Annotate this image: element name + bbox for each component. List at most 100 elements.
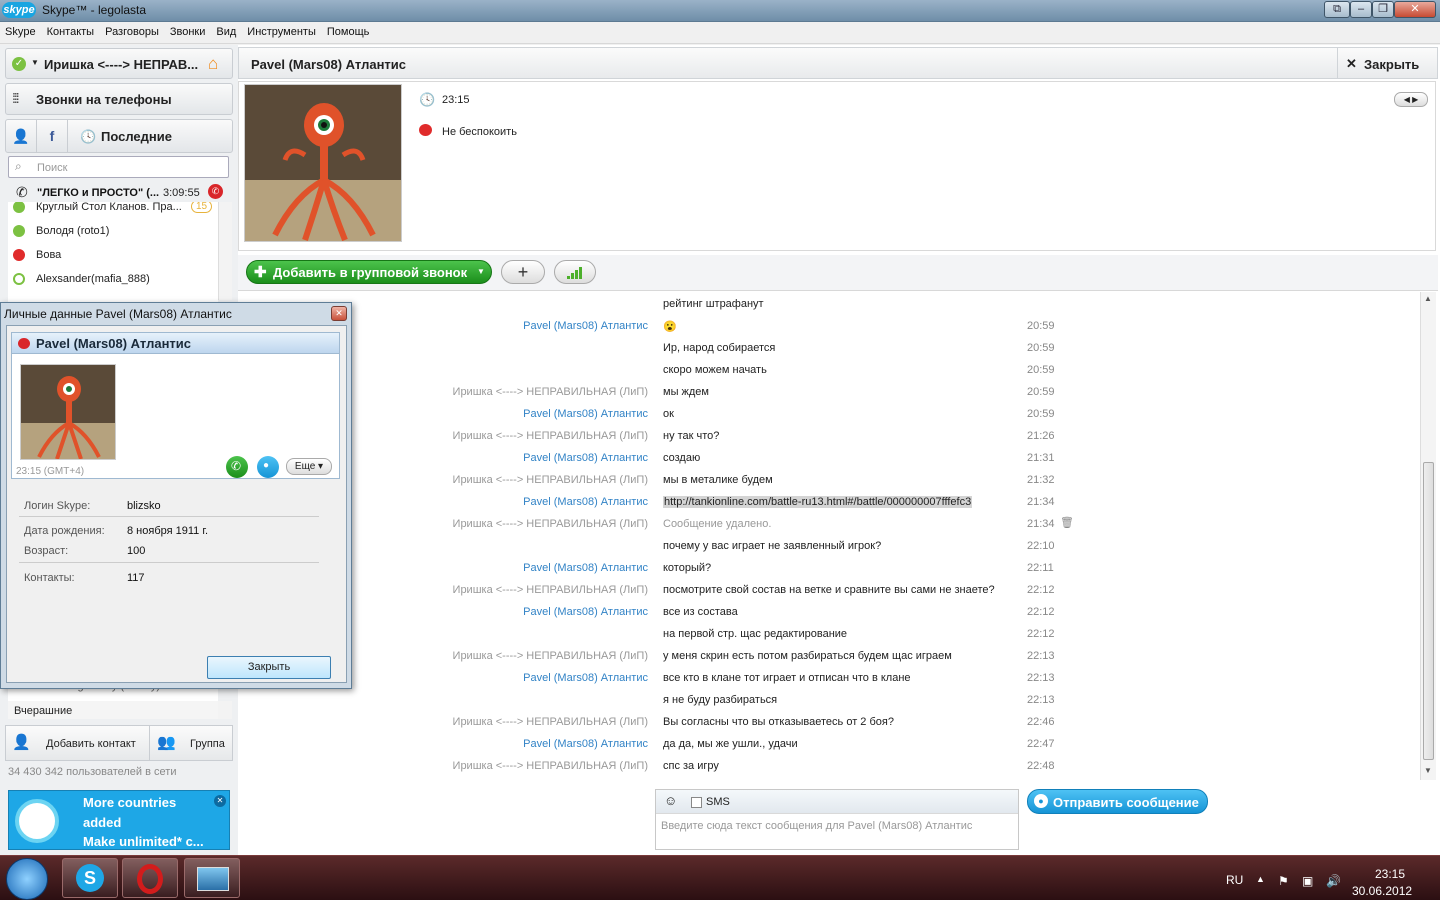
contact-name: Вова xyxy=(36,249,62,261)
menu-skype[interactable]: Skype xyxy=(0,22,42,38)
menu-view[interactable]: Вид xyxy=(211,22,242,38)
taskbar-skype[interactable]: S xyxy=(62,858,118,898)
message-text: создаю xyxy=(663,452,701,464)
menu-calls[interactable]: Звонки xyxy=(165,22,212,38)
contact-item[interactable]: Alexsander(mafia_888) xyxy=(8,268,218,290)
message-time: 22:12 xyxy=(1027,584,1055,596)
chat-bubble-icon: ● xyxy=(263,460,270,471)
window-title-bar[interactable]: skype Skype™ - legolasta ⧉ – ❐ ✕ xyxy=(0,0,1440,22)
contact-item[interactable]: Володя (roto1) xyxy=(8,220,218,242)
profile-avatar xyxy=(20,364,116,460)
message-sender[interactable]: Pavel (Mars08) Атлантис xyxy=(523,562,648,574)
contact-name: Круглый Стол Кланов. Пра... xyxy=(36,202,182,213)
tab-recent[interactable]: Последние xyxy=(101,129,172,144)
message-sender[interactable]: Иришка <----> НЕПРАВИЛЬНАЯ (ЛиП) xyxy=(453,716,648,728)
chat-scrollbar[interactable]: ▲ ▼ xyxy=(1420,292,1436,780)
trash-icon[interactable]: 🗑 xyxy=(1060,516,1074,529)
message-sender[interactable]: Pavel (Mars08) Атлантис xyxy=(523,320,648,332)
active-call-row[interactable]: ✆ "ЛЕГКО и ПРОСТО" (... 3:09:55 ✆ xyxy=(8,182,230,202)
close-window-button[interactable]: ✕ xyxy=(1394,1,1436,18)
message-sender[interactable]: Иришка <----> НЕПРАВИЛЬНАЯ (ЛиП) xyxy=(453,584,648,596)
status-dropdown-icon[interactable]: ▼ xyxy=(31,58,39,67)
chat-button[interactable]: ● xyxy=(257,456,279,478)
contacts-tab-icon[interactable]: 👤 xyxy=(6,120,37,152)
scroll-up-arrow[interactable]: ▲ xyxy=(1424,294,1432,303)
contact-list-scrollbar[interactable] xyxy=(218,202,232,300)
message-sender[interactable]: Иришка <----> НЕПРАВИЛЬНАЯ (ЛиП) xyxy=(453,650,648,662)
facebook-tab-icon[interactable]: f xyxy=(37,120,68,152)
call-quality-button[interactable] xyxy=(554,260,596,284)
message-sender[interactable]: Pavel (Mars08) Атлантис xyxy=(523,672,648,684)
minimize-button[interactable]: – xyxy=(1350,1,1372,18)
flag-icon[interactable]: ⚑ xyxy=(1278,874,1289,888)
dialog-close-action-button[interactable]: Закрыть xyxy=(207,656,331,679)
sms-checkbox[interactable] xyxy=(691,797,702,808)
clock-icon: 🕓 xyxy=(80,129,97,144)
message-time: 22:13 xyxy=(1027,650,1055,662)
add-contact-button[interactable]: Добавить контакт xyxy=(46,738,136,750)
close-conversation-button[interactable]: ✕ Закрыть xyxy=(1337,48,1437,78)
message-sender[interactable]: Иришка <----> НЕПРАВИЛЬНАЯ (ЛиП) xyxy=(453,518,648,530)
message-sender[interactable]: Pavel (Mars08) Атлантис xyxy=(523,408,648,420)
message-text: все из состава xyxy=(663,606,738,618)
message-compose[interactable]: ☺ SMS Введите сюда текст сообщения для P… xyxy=(655,789,1019,850)
tray-arrow-icon[interactable]: ▲ xyxy=(1256,874,1265,884)
volume-icon[interactable]: 🔊 xyxy=(1326,874,1341,888)
menu-tools[interactable]: Инструменты xyxy=(242,22,322,38)
message-time: 20:59 xyxy=(1027,408,1055,420)
promo-banner[interactable]: More countries added Make unlimited* c..… xyxy=(8,790,230,850)
end-call-icon[interactable]: ✆ xyxy=(208,184,223,199)
dialog-title: Личные данные Pavel (Mars08) Атлантис xyxy=(4,307,232,321)
taskbar-opera[interactable] xyxy=(122,858,178,898)
close-icon[interactable]: ✕ xyxy=(214,795,226,807)
message-sender[interactable]: Иришка <----> НЕПРАВИЛЬНАЯ (ЛиП) xyxy=(453,474,648,486)
maximize-button[interactable]: ❐ xyxy=(1372,1,1394,18)
compact-view-button[interactable]: ⧉ xyxy=(1324,1,1350,18)
yesterday-group-header[interactable]: Вчерашние xyxy=(8,701,218,719)
message-time: 22:46 xyxy=(1027,716,1055,728)
create-group-button[interactable]: Группа xyxy=(190,738,225,750)
dialog-close-button[interactable]: ✕ xyxy=(331,306,347,321)
contact-avatar[interactable] xyxy=(244,84,402,242)
menu-help[interactable]: Помощь xyxy=(322,22,376,38)
plus-icon: ✚ xyxy=(254,264,267,281)
start-button[interactable] xyxy=(6,858,48,900)
contact-item[interactable]: Вова xyxy=(8,244,218,266)
scroll-down-arrow[interactable] xyxy=(218,701,232,719)
call-phones-button[interactable]: ⁞⁞⁞ Звонки на телефоны xyxy=(5,83,233,115)
send-message-button[interactable]: ● Отправить сообщение xyxy=(1027,789,1208,814)
contact-item[interactable]: Круглый Стол Кланов. Пра... 15 xyxy=(8,202,218,218)
add-group-call-button[interactable]: ✚ Добавить в групповой звонок ▼ xyxy=(246,260,492,284)
send-message-label: Отправить сообщение xyxy=(1053,795,1199,810)
my-status-box[interactable]: ✓ ▼ Иришка <----> НЕПРАВ... ⌂ xyxy=(5,48,233,79)
home-icon[interactable]: ⌂ xyxy=(208,54,218,74)
message-text: ну так что? xyxy=(663,430,720,442)
contact-name: Володя (roto1) xyxy=(36,225,110,237)
search-input[interactable]: ⌕ Поиск xyxy=(8,156,229,178)
menu-contacts[interactable]: Контакты xyxy=(42,22,101,38)
emoticon-icon[interactable]: ☺ xyxy=(664,793,677,808)
message-sender[interactable]: Pavel (Mars08) Атлантис xyxy=(523,452,648,464)
scroll-thumb[interactable] xyxy=(1423,462,1434,760)
message-text: все кто в клане тот играет и отписан что… xyxy=(663,672,911,684)
add-button[interactable]: + xyxy=(501,260,545,284)
chat-message: почему у вас играет не заявленный игрок?… xyxy=(238,534,1420,556)
menu-conversations[interactable]: Разговоры xyxy=(100,22,165,38)
message-sender[interactable]: Иришка <----> НЕПРАВИЛЬНАЯ (ЛиП) xyxy=(453,760,648,772)
network-icon[interactable]: ▣ xyxy=(1302,874,1313,888)
more-button[interactable]: Еще ▾ xyxy=(286,458,332,475)
message-sender[interactable]: Иришка <----> НЕПРАВИЛЬНАЯ (ЛиП) xyxy=(453,430,648,442)
message-sender[interactable]: Pavel (Mars08) Атлантис xyxy=(523,496,648,508)
call-button[interactable]: ✆ xyxy=(226,456,248,478)
profile-nav-arrows[interactable]: ◀ ▶ xyxy=(1394,92,1428,107)
message-time: 21:34 xyxy=(1027,518,1055,530)
scroll-down-arrow[interactable]: ▼ xyxy=(1424,766,1432,775)
message-link[interactable]: http://tankionline.com/battle-ru13.html#… xyxy=(663,496,973,508)
message-input[interactable]: Введите сюда текст сообщения для Pavel (… xyxy=(661,820,972,832)
message-sender[interactable]: Pavel (Mars08) Атлантис xyxy=(523,738,648,750)
message-sender[interactable]: Иришка <----> НЕПРАВИЛЬНАЯ (ЛиП) xyxy=(453,386,648,398)
chat-message: Иришка <----> НЕПРАВИЛЬНАЯ (ЛиП) мы ждем 2… xyxy=(238,380,1420,402)
taskbar-desktop[interactable] xyxy=(184,858,240,898)
message-sender[interactable]: Pavel (Mars08) Атлантис xyxy=(523,606,648,618)
language-indicator[interactable]: RU xyxy=(1226,873,1243,887)
